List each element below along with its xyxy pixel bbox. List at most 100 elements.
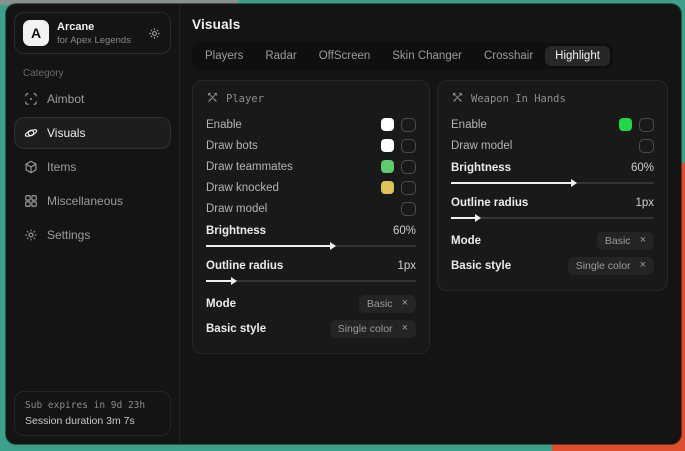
sidebar-item-miscellaneous[interactable]: Miscellaneous xyxy=(14,185,171,217)
color-swatch[interactable] xyxy=(381,118,394,131)
panel-weapon-in-hands: Weapon In Hands Enable Draw model Bright… xyxy=(437,80,668,291)
toggle-row: Draw model xyxy=(451,135,654,156)
selected-option-chip[interactable]: Single color × xyxy=(330,320,416,338)
toggle-row: Enable xyxy=(451,114,654,135)
gear-icon xyxy=(24,228,38,242)
toggle-label: Draw knocked xyxy=(206,182,279,194)
slider-fill xyxy=(206,245,332,247)
panels-container: Player Enable Draw bots Draw teammates D… xyxy=(192,80,669,354)
chip-row-label: Basic style xyxy=(206,323,266,335)
cube-icon xyxy=(24,160,38,174)
close-icon[interactable]: × xyxy=(640,260,646,271)
sidebar: A Arcane for Apex Legends Category Aimbo… xyxy=(6,4,180,444)
subscription-card: Sub expires in 9d 23h Session duration 3… xyxy=(14,391,171,436)
color-swatch[interactable] xyxy=(381,160,394,173)
chip-row-label: Basic style xyxy=(451,260,511,272)
toggle-row: Draw bots xyxy=(206,135,416,156)
toggle-row: Draw knocked xyxy=(206,177,416,198)
toggle-row: Enable xyxy=(206,114,416,135)
sidebar-item-items[interactable]: Items xyxy=(14,151,171,183)
app-subtitle: for Apex Legends xyxy=(57,35,138,46)
panel-title: Player xyxy=(226,93,264,105)
checkbox[interactable] xyxy=(401,160,416,174)
orbit-icon xyxy=(24,126,38,140)
toggle-label: Draw teammates xyxy=(206,161,293,173)
slider-track[interactable] xyxy=(206,245,416,247)
sidebar-item-settings[interactable]: Settings xyxy=(14,219,171,251)
slider-value: 60% xyxy=(631,162,654,174)
toggle-label: Draw model xyxy=(451,140,512,152)
sub-expiry-text: Sub expires in 9d 23h xyxy=(25,400,160,411)
slider-label: Outline radius xyxy=(206,260,283,272)
slider-thumb[interactable] xyxy=(475,214,481,222)
selected-option-chip[interactable]: Basic × xyxy=(597,232,654,250)
slider-fill xyxy=(451,217,477,219)
selected-option-chip[interactable]: Basic × xyxy=(359,295,416,313)
slider-track[interactable] xyxy=(451,182,654,184)
slider-block: Brightness 60% xyxy=(451,158,654,184)
close-icon[interactable]: × xyxy=(402,323,408,334)
sidebar-item-label: Visuals xyxy=(47,126,85,140)
checkbox[interactable] xyxy=(401,118,416,132)
checkbox[interactable] xyxy=(639,118,654,132)
tab-bar: PlayersRadarOffScreenSkin ChangerCrossha… xyxy=(192,43,613,69)
app-header-card: A Arcane for Apex Legends xyxy=(14,12,171,54)
slider-track[interactable] xyxy=(206,280,416,282)
slider-value: 1px xyxy=(635,197,654,209)
tab-crosshair[interactable]: Crosshair xyxy=(474,46,543,66)
checkbox[interactable] xyxy=(401,202,416,216)
sidebar-item-visuals[interactable]: Visuals xyxy=(14,117,171,149)
panel-player: Player Enable Draw bots Draw teammates D… xyxy=(192,80,430,354)
slider-track[interactable] xyxy=(451,217,654,219)
color-swatch[interactable] xyxy=(619,118,632,131)
app-window: A Arcane for Apex Legends Category Aimbo… xyxy=(6,4,681,444)
slider-fill xyxy=(206,280,233,282)
page-title: Visuals xyxy=(192,17,669,32)
checkbox[interactable] xyxy=(401,139,416,153)
slider-value: 60% xyxy=(393,225,416,237)
tab-offscreen[interactable]: OffScreen xyxy=(309,46,381,66)
tab-players[interactable]: Players xyxy=(195,46,253,66)
toggle-row: Draw teammates xyxy=(206,156,416,177)
sidebar-item-label: Aimbot xyxy=(47,92,84,106)
sidebar-item-aimbot[interactable]: Aimbot xyxy=(14,83,171,115)
sidebar-item-label: Miscellaneous xyxy=(47,194,123,208)
toggle-row: Draw model xyxy=(206,198,416,219)
slider-block: Outline radius 1px xyxy=(451,193,654,219)
swords-icon xyxy=(206,91,219,107)
color-swatch[interactable] xyxy=(381,181,394,194)
checkbox[interactable] xyxy=(401,181,416,195)
chip-row: Basic style Single color × xyxy=(206,316,416,341)
chip-value: Single color xyxy=(576,260,631,272)
app-logo: A xyxy=(23,20,49,46)
slider-thumb[interactable] xyxy=(330,242,336,250)
slider-label: Brightness xyxy=(206,225,266,237)
close-icon[interactable]: × xyxy=(402,298,408,309)
slider-label: Brightness xyxy=(451,162,511,174)
grid-icon xyxy=(24,194,38,208)
panel-title: Weapon In Hands xyxy=(471,93,566,105)
chip-row-label: Mode xyxy=(206,298,236,310)
sidebar-item-label: Items xyxy=(47,160,76,174)
tab-highlight[interactable]: Highlight xyxy=(545,46,610,66)
selected-option-chip[interactable]: Single color × xyxy=(568,257,654,275)
swords-icon xyxy=(451,91,464,107)
tab-radar[interactable]: Radar xyxy=(255,46,306,66)
chip-row-label: Mode xyxy=(451,235,481,247)
checkbox[interactable] xyxy=(639,139,654,153)
slider-thumb[interactable] xyxy=(571,179,577,187)
session-duration-text: Session duration 3m 7s xyxy=(25,415,160,427)
settings-gear-icon[interactable] xyxy=(146,25,162,41)
chip-row: Basic style Single color × xyxy=(451,253,654,278)
app-name: Arcane xyxy=(57,21,138,33)
slider-thumb[interactable] xyxy=(231,277,237,285)
toggle-label: Enable xyxy=(206,119,242,131)
main-content: Visuals PlayersRadarOffScreenSkin Change… xyxy=(180,4,681,444)
chip-row: Mode Basic × xyxy=(451,228,654,253)
close-icon[interactable]: × xyxy=(640,235,646,246)
toggle-label: Enable xyxy=(451,119,487,131)
color-swatch[interactable] xyxy=(381,139,394,152)
slider-block: Brightness 60% xyxy=(206,221,416,247)
tab-skin-changer[interactable]: Skin Changer xyxy=(382,46,472,66)
chip-value: Single color xyxy=(338,323,393,335)
